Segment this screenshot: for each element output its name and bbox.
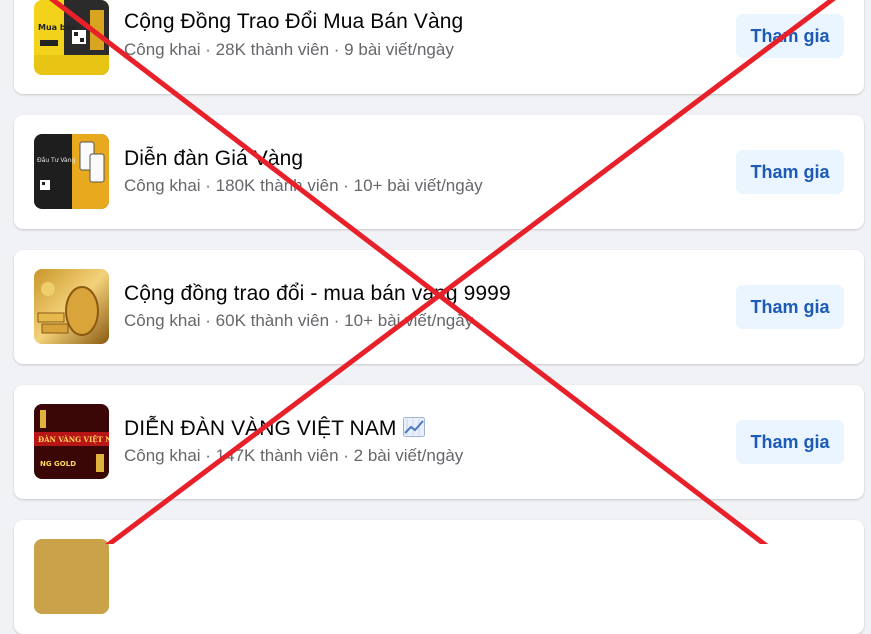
- join-button[interactable]: Tham gia: [736, 14, 844, 58]
- group-thumbnail[interactable]: Đầu Tư Vàng: [34, 134, 109, 209]
- group-thumbnail[interactable]: [34, 539, 109, 614]
- group-card[interactable]: Đầu Tư Vàng Diễn đàn Giá Vàng Công khai …: [14, 115, 864, 229]
- svg-text:ĐÀN VÀNG VIỆT NAM: ĐÀN VÀNG VIỆT NAM: [38, 435, 109, 444]
- group-title-text: DIỄN ĐÀN VÀNG VIỆT NAM: [124, 417, 397, 440]
- join-button[interactable]: Tham gia: [736, 150, 844, 194]
- group-title[interactable]: Cộng đồng trao đổi - mua bán vàng 9999: [124, 282, 511, 306]
- group-card[interactable]: Cộng đồng trao đổi - mua bán vàng 9999 C…: [14, 250, 864, 364]
- group-card[interactable]: ĐÀN VÀNG VIỆT NAM NG GOLD DIỄN ĐÀN VÀNG …: [14, 385, 864, 499]
- group-title[interactable]: DIỄN ĐÀN VÀNG VIỆT NAM: [124, 417, 425, 443]
- group-title[interactable]: Cộng Đồng Trao Đổi Mua Bán Vàng: [124, 10, 463, 34]
- svg-text:NG GOLD: NG GOLD: [40, 460, 76, 468]
- chart-increasing-icon: [402, 417, 425, 443]
- join-button[interactable]: Tham gia: [736, 285, 844, 329]
- group-card[interactable]: Mua bán Cộng Đồng Trao Đổi Mua Bán Vàng …: [14, 0, 864, 94]
- group-meta: Công khai · 28K thành viên · 9 bài viết/…: [124, 40, 454, 59]
- svg-text:Đầu Tư Vàng: Đầu Tư Vàng: [37, 156, 76, 164]
- group-card[interactable]: [14, 520, 864, 634]
- group-list: Mua bán Cộng Đồng Trao Đổi Mua Bán Vàng …: [0, 0, 871, 634]
- join-button[interactable]: Tham gia: [736, 420, 844, 464]
- group-thumbnail[interactable]: Mua bán: [34, 0, 109, 75]
- group-meta: Công khai · 180K thành viên · 10+ bài vi…: [124, 176, 483, 195]
- group-meta: Công khai · 147K thành viên · 2 bài viết…: [124, 446, 464, 465]
- group-title[interactable]: Diễn đàn Giá Vàng: [124, 147, 303, 171]
- group-thumbnail[interactable]: [34, 269, 109, 344]
- group-meta: Công khai · 60K thành viên · 10+ bài viế…: [124, 311, 474, 330]
- svg-text:Mua bán: Mua bán: [38, 23, 77, 32]
- group-thumbnail[interactable]: ĐÀN VÀNG VIỆT NAM NG GOLD: [34, 404, 109, 479]
